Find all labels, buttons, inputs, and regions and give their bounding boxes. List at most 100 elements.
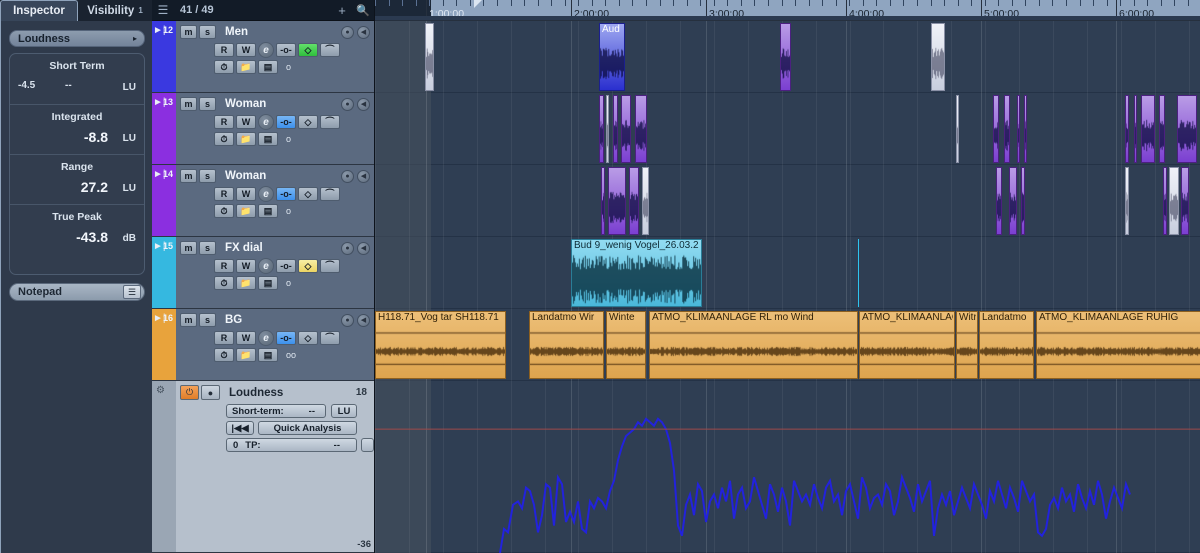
edit-channel-icon[interactable]: e	[258, 258, 274, 274]
solo-button[interactable]: s	[199, 313, 216, 327]
read-automation-button[interactable]: R	[214, 331, 234, 345]
audio-clip[interactable]	[629, 167, 639, 235]
audio-clip[interactable]	[621, 95, 631, 163]
audio-clip[interactable]	[1141, 95, 1155, 163]
chevron-right-icon[interactable]: ▸	[126, 34, 144, 43]
record-enable-icon[interactable]: ●	[341, 313, 354, 327]
audio-clip[interactable]	[1163, 167, 1167, 235]
inspector-section-loudness[interactable]: Loudness ▸	[9, 30, 145, 47]
lanes-icon[interactable]: ▤	[258, 204, 278, 218]
folder-icon[interactable]: 📁	[236, 204, 256, 218]
audio-clip[interactable]	[956, 95, 959, 163]
write-automation-button[interactable]: W	[236, 331, 256, 345]
phase-icon[interactable]: ◇	[298, 115, 318, 129]
audio-clip[interactable]: ATMO_KLIMAANLAG	[859, 311, 955, 379]
search-icon[interactable]: 🔍	[352, 4, 374, 17]
audio-clip[interactable]: Bud 9_wenig Vogel_26.03.2	[571, 239, 702, 307]
lane-2[interactable]	[375, 165, 1200, 237]
audio-clip[interactable]	[1125, 167, 1129, 235]
audio-clip[interactable]	[642, 167, 649, 235]
audio-clip[interactable]	[1181, 167, 1189, 235]
lane-5[interactable]	[375, 381, 1200, 553]
track-name[interactable]: Woman	[225, 170, 266, 182]
audio-clip[interactable]	[425, 23, 434, 91]
lanes-icon[interactable]: ▤	[258, 276, 278, 290]
input-transform-icon[interactable]: -o-	[276, 259, 296, 273]
audio-clip[interactable]: Landatmo	[979, 311, 1034, 379]
write-automation-button[interactable]: W	[236, 187, 256, 201]
read-automation-button[interactable]: R	[214, 259, 234, 273]
clock-icon[interactable]: ⏱	[214, 204, 234, 218]
audio-clip[interactable]	[1009, 167, 1017, 235]
track-name[interactable]: Woman	[225, 98, 266, 110]
freeze-icon[interactable]: ⏜	[320, 43, 340, 57]
lanes-icon[interactable]: ▤	[258, 60, 278, 74]
solo-button[interactable]: s	[199, 25, 216, 39]
audio-clip[interactable]: Witr	[956, 311, 978, 379]
clock-icon[interactable]: ⏱	[214, 60, 234, 74]
monitor-icon[interactable]: ◀	[357, 313, 370, 327]
track-row-woman-14[interactable]: ►| 14 m s Woman ● ◀ R We -o- ◇ ⏜ ⏱ 📁 ▤ o	[152, 165, 374, 237]
tab-visibility[interactable]: Visibility 1	[78, 0, 152, 21]
track-row-men-12[interactable]: ►| 12 m s Men ● ◀ R We -o- ◇ ⏜ ⏱ 📁 ▤ o	[152, 21, 374, 93]
audio-clip[interactable]	[635, 95, 647, 163]
record-enable-icon[interactable]: ●	[341, 97, 354, 111]
record-enable-icon[interactable]: ●	[341, 241, 354, 255]
audio-clip[interactable]: ATMO_KLIMAANLAGE RUHIG	[1036, 311, 1200, 379]
freeze-icon[interactable]: ⏜	[320, 259, 340, 273]
audio-clip[interactable]	[599, 95, 604, 163]
phase-icon[interactable]: ◇	[298, 331, 318, 345]
audio-clip[interactable]	[1017, 95, 1020, 163]
freeze-icon[interactable]: ⏜	[320, 187, 340, 201]
mute-button[interactable]: m	[180, 241, 197, 255]
true-peak-extra[interactable]	[361, 438, 374, 452]
audio-clip[interactable]	[993, 95, 999, 163]
mute-button[interactable]: m	[180, 169, 197, 183]
true-peak-field[interactable]: 0 TP: --	[226, 438, 357, 452]
audio-clip[interactable]: ATMO_KLIMAANLAGE RL mo Wind	[649, 311, 858, 379]
input-transform-icon[interactable]: -o-	[276, 115, 296, 129]
lanes-icon[interactable]: ▤	[258, 348, 278, 362]
lane-1[interactable]	[375, 93, 1200, 165]
audio-clip[interactable]: Aud	[599, 23, 625, 91]
locator-marker[interactable]	[474, 0, 482, 8]
notepad-icon[interactable]: ☰	[123, 285, 141, 299]
folder-icon[interactable]: 📁	[236, 348, 256, 362]
audio-clip[interactable]	[1159, 95, 1165, 163]
mute-button[interactable]: m	[180, 25, 197, 39]
clock-icon[interactable]: ⏱	[214, 276, 234, 290]
folder-icon[interactable]: 📁	[236, 276, 256, 290]
audio-clip[interactable]: Winte	[606, 311, 646, 379]
clock-icon[interactable]: ⏱	[214, 348, 234, 362]
audio-clip[interactable]	[601, 167, 605, 235]
monitor-icon[interactable]: ◀	[357, 97, 370, 111]
record-enable-icon[interactable]: ●	[341, 169, 354, 183]
write-automation-button[interactable]: W	[236, 43, 256, 57]
read-automation-button[interactable]: R	[214, 187, 234, 201]
audio-clip[interactable]	[1177, 95, 1197, 163]
folder-icon[interactable]: 📁	[236, 60, 256, 74]
loudness-track-header[interactable]: ⚙ ⏻ ● Loudness 18 Short-term: -- LU |◀◀ Quick Ana…	[152, 381, 374, 553]
track-row-woman-13[interactable]: ►| 13 m s Woman ● ◀ R We -o- ◇ ⏜ ⏱ 📁 ▤ o	[152, 93, 374, 165]
short-term-field[interactable]: Short-term: --	[226, 404, 326, 418]
audio-clip[interactable]	[780, 23, 791, 91]
edit-cursor[interactable]	[858, 239, 859, 307]
quick-analysis-button[interactable]: Quick Analysis	[258, 421, 357, 435]
audio-clip[interactable]	[606, 95, 609, 163]
timeline-ruler[interactable]: 1:00:00 2:00:00 3:00:00 4:00:00 5:00:00 6:00:…	[375, 0, 1200, 21]
freeze-icon[interactable]: ⏜	[320, 331, 340, 345]
folder-icon[interactable]: 📁	[236, 132, 256, 146]
phase-icon[interactable]: ◇	[298, 187, 318, 201]
add-track-icon[interactable]: +	[332, 3, 352, 18]
notepad-section[interactable]: Notepad ☰	[9, 283, 145, 301]
audio-clip[interactable]	[1021, 167, 1025, 235]
power-icon[interactable]: ⏻	[180, 385, 199, 400]
edit-channel-icon[interactable]: e	[258, 186, 274, 202]
monitor-icon[interactable]: ◀	[357, 241, 370, 255]
audio-clip[interactable]: H118.71_Vog tar SH118.71	[375, 311, 506, 379]
input-transform-icon[interactable]: -o-	[276, 331, 296, 345]
tab-inspector[interactable]: Inspector	[0, 0, 78, 21]
solo-button[interactable]: s	[199, 169, 216, 183]
edit-channel-icon[interactable]: e	[258, 42, 274, 58]
read-automation-button[interactable]: R	[214, 43, 234, 57]
